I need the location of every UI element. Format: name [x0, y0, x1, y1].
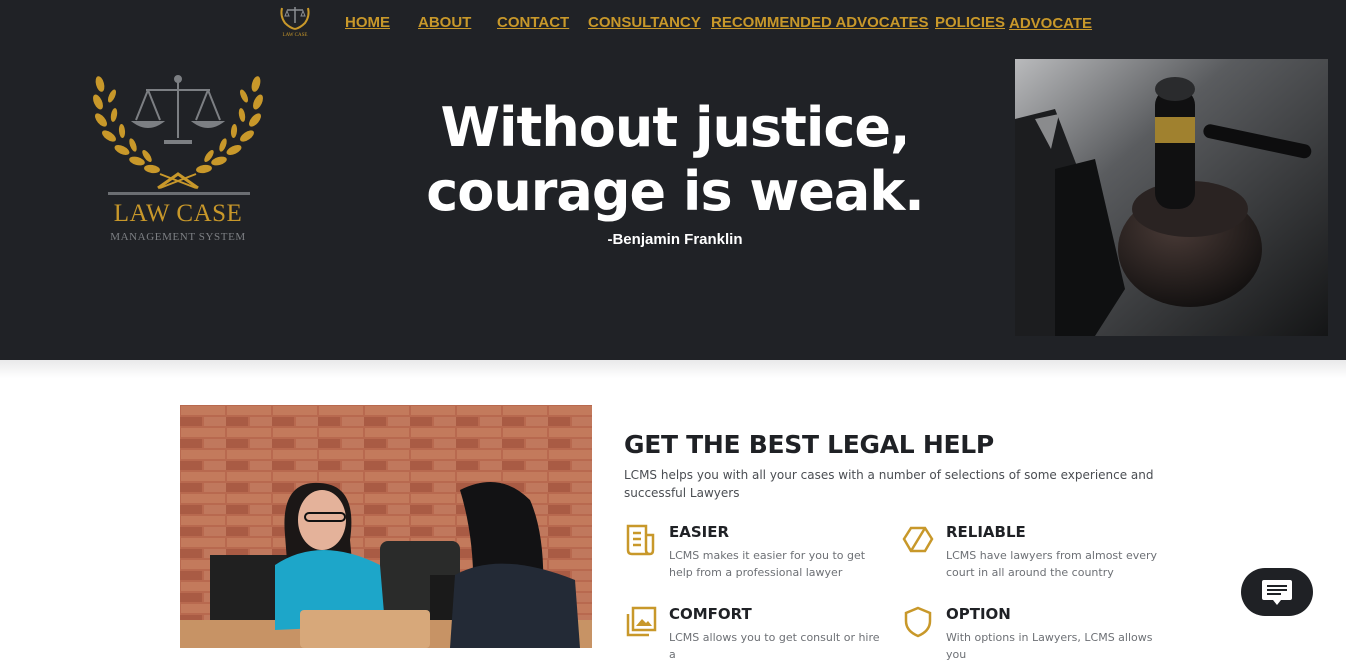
feature-text: LCMS have lawyers from almost every cour…	[946, 549, 1158, 579]
quote-author: -Benjamin Franklin	[607, 231, 743, 248]
cube-icon	[901, 523, 935, 557]
feature-title: EASIER	[669, 523, 730, 541]
logo-title: LAW CASE	[113, 200, 243, 227]
document-icon	[624, 523, 658, 557]
consultation-photo	[180, 405, 592, 648]
feature-text: LCMS makes it easier for you to get help…	[669, 549, 866, 579]
scales-icon: LAW CASE	[280, 7, 310, 38]
logo-divider	[108, 192, 250, 195]
shield-icon	[901, 605, 935, 639]
logo-subtitle: MANAGEMENT SYSTEM	[110, 231, 246, 243]
help-title: GET THE BEST LEGAL HELP	[624, 430, 994, 459]
feature-text: With options in Lawyers, LCMS allows you	[946, 631, 1153, 661]
feature-title: COMFORT	[669, 605, 752, 623]
nav-logo-text: LAW CASE	[283, 33, 308, 38]
nav-recommended-advocates[interactable]: RECOMMENDED ADVOCATES	[711, 14, 929, 31]
hero-quote: Without justice, courage is weak.	[426, 96, 925, 223]
nav-logo[interactable]: LAW CASE	[276, 2, 314, 40]
nav-home[interactable]: HOME	[345, 14, 390, 31]
laurel-scales-icon	[93, 75, 263, 190]
nav-contact[interactable]: CONTACT	[497, 14, 569, 31]
hero-section: LAW CASE HOME ABOUT CONTACT CONSULTANCY …	[0, 0, 1346, 360]
hero-shadow	[0, 360, 1346, 378]
chat-icon	[1262, 580, 1292, 605]
nav-policies[interactable]: POLICIES	[935, 14, 1005, 31]
chat-button[interactable]	[1241, 568, 1313, 616]
hero-logo: LAW CASE MANAGEMENT SYSTEM	[88, 70, 268, 250]
feature-title: RELIABLE	[946, 523, 1026, 541]
help-description: LCMS helps you with all your cases with …	[624, 468, 1154, 500]
image-gallery-icon	[624, 605, 658, 639]
gavel-photo	[1015, 59, 1328, 336]
nav-advocate[interactable]: ADVOCATE	[1009, 15, 1092, 32]
nav-about[interactable]: ABOUT	[418, 14, 471, 31]
gavel-icon	[1015, 59, 1328, 336]
feature-text: LCMS allows you to get consult or hire a	[669, 631, 880, 661]
feature-title: OPTION	[946, 605, 1011, 623]
consultation-image-icon	[180, 405, 592, 648]
nav-consultancy[interactable]: CONSULTANCY	[588, 14, 701, 31]
